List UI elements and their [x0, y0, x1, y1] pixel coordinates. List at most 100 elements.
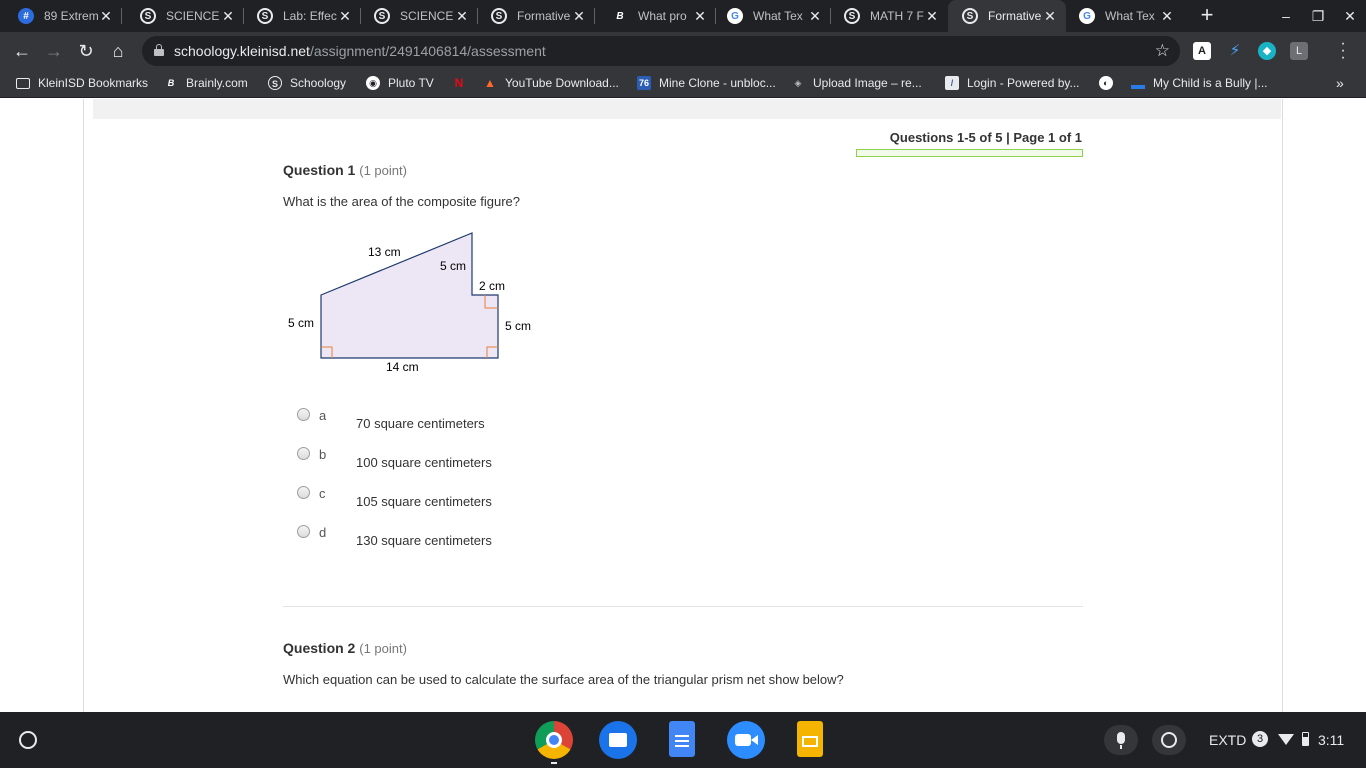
back-button[interactable]: ← [10, 39, 34, 63]
label-inner-vertical: 5 cm [440, 259, 466, 273]
schoology-icon: S [962, 8, 978, 24]
choice-text[interactable]: 130 square centimeters [356, 533, 492, 548]
bookmark-label: Mine Clone - unbloc... [659, 76, 776, 90]
bookmark-label: YouTube Download... [505, 76, 619, 90]
tab-title: SCIENCE [400, 9, 454, 23]
close-icon[interactable]: ✕ [807, 8, 823, 24]
wifi-icon[interactable] [1278, 734, 1294, 745]
chevron-right-icon[interactable]: » [1336, 75, 1344, 91]
bookmark-item[interactable]: ◉ Pluto TV [366, 76, 434, 90]
close-icon[interactable]: ✕ [220, 8, 236, 24]
close-icon[interactable]: ✕ [1042, 8, 1058, 24]
radio-b[interactable] [297, 447, 310, 460]
schoology-icon: S [257, 8, 273, 24]
url-host: schoology.kleinisd.net [174, 43, 310, 59]
brainly-icon: B [616, 10, 624, 22]
google-icon: G [727, 8, 743, 24]
tab-1[interactable]: # 89 Extrem ✕ [4, 0, 122, 32]
extension-a-icon[interactable]: A [1193, 42, 1211, 60]
lock-icon[interactable] [154, 44, 164, 56]
tab-9-active[interactable]: S Formative ✕ [948, 0, 1066, 32]
progress-bar [856, 149, 1083, 157]
page-icon: / [945, 76, 959, 90]
tab-title: Formative [517, 9, 571, 23]
input-mode-label[interactable]: EXTD [1209, 732, 1246, 748]
hash-icon: # [18, 8, 34, 24]
triangle-icon: ▲ [484, 76, 496, 90]
minimize-button[interactable]: – [1276, 6, 1296, 26]
profile-avatar[interactable]: L [1290, 42, 1308, 60]
bookmark-label: Upload Image – re... [813, 76, 922, 90]
tab-6[interactable]: B What pro ✕ [598, 0, 716, 32]
extension-shield-icon[interactable]: ◆ [1258, 42, 1276, 60]
url-path: /assignment/2491406814/assessment [309, 43, 546, 59]
bookmark-label: My Child is a Bully |... [1153, 76, 1268, 90]
tab-title: What Tex [753, 9, 803, 23]
bookmark-folder[interactable]: KleinISD Bookmarks [16, 76, 148, 90]
bookmark-star-icon[interactable]: ☆ [1155, 41, 1170, 61]
tab-8[interactable]: S MATH 7 F ✕ [830, 0, 948, 32]
choice-text[interactable]: 105 square centimeters [356, 494, 492, 509]
close-icon[interactable]: ✕ [454, 8, 470, 24]
schoology-icon: S [140, 8, 156, 24]
microphone-button[interactable] [1104, 725, 1138, 755]
globe-icon: ◐ [1099, 76, 1113, 90]
composite-figure: 13 cm 5 cm 2 cm 5 cm 5 cm 14 cm [283, 225, 543, 377]
choice-letter: c [319, 486, 326, 501]
clock-time[interactable]: 3:11 [1318, 732, 1344, 748]
extension-bolt-icon[interactable]: ⚡ [1226, 42, 1244, 60]
tab-10[interactable]: G What Tex ✕ [1065, 0, 1183, 32]
tab-4[interactable]: S SCIENCE ✕ [360, 0, 478, 32]
tab-3[interactable]: S Lab: Effec ✕ [243, 0, 361, 32]
76-icon: 76 [637, 76, 651, 90]
tab-7[interactable]: G What Tex ✕ [713, 0, 831, 32]
page-header-strip [93, 99, 1281, 119]
close-icon[interactable]: ✕ [1159, 8, 1175, 24]
bookmark-item[interactable]: / Login - Powered by... [945, 76, 1080, 90]
tab-title: Lab: Effec [283, 9, 337, 23]
tab-2[interactable]: S SCIENCE ✕ [126, 0, 244, 32]
battery-icon[interactable] [1302, 732, 1309, 746]
bookmark-item[interactable]: 76 Mine Clone - unbloc... [637, 76, 776, 90]
bookmark-item[interactable]: B Brainly.com [164, 76, 248, 90]
bookmark-item[interactable]: N [452, 76, 474, 90]
bookmark-item[interactable]: ◈ Upload Image – re... [791, 76, 922, 90]
accessibility-button[interactable] [1152, 725, 1186, 755]
google-icon: G [1079, 8, 1095, 24]
choice-text[interactable]: 100 square centimeters [356, 455, 492, 470]
zoom-icon[interactable] [727, 721, 765, 759]
slides-icon[interactable] [791, 721, 829, 759]
bar-icon [1131, 85, 1145, 89]
radio-d[interactable] [297, 525, 310, 538]
choice-text[interactable]: 70 square centimeters [356, 416, 485, 431]
close-icon[interactable]: ✕ [98, 8, 114, 24]
bookmark-item[interactable]: My Child is a Bully |... [1131, 76, 1267, 90]
reload-button[interactable]: ↻ [74, 39, 98, 63]
question-1-text: What is the area of the composite figure… [283, 194, 521, 209]
notification-badge[interactable]: 3 [1252, 731, 1268, 747]
close-window-button[interactable]: ✕ [1340, 6, 1360, 26]
bookmark-item[interactable]: S Schoology [268, 76, 346, 90]
files-icon[interactable] [599, 721, 637, 759]
launcher-icon[interactable] [19, 731, 37, 749]
close-icon[interactable]: ✕ [337, 8, 353, 24]
close-icon[interactable]: ✕ [571, 8, 587, 24]
url-text[interactable]: schoology.kleinisd.net/assignment/249140… [174, 43, 546, 59]
tab-5[interactable]: S Formative ✕ [477, 0, 595, 32]
address-bar[interactable]: schoology.kleinisd.net/assignment/249140… [142, 36, 1180, 66]
forward-button[interactable]: → [42, 39, 66, 63]
new-tab-button[interactable]: + [1196, 4, 1218, 27]
chrome-icon[interactable] [535, 721, 573, 759]
radio-a[interactable] [297, 408, 310, 421]
bookmark-item[interactable]: ▲ YouTube Download... [483, 76, 619, 90]
close-icon[interactable]: ✕ [924, 8, 940, 24]
browser-menu-icon[interactable]: · · · [1336, 36, 1350, 66]
close-icon[interactable]: ✕ [692, 8, 708, 24]
docs-icon[interactable] [663, 721, 701, 759]
maximize-button[interactable]: ❐ [1308, 6, 1328, 26]
bookmark-item[interactable]: ◐ [1099, 76, 1121, 90]
radio-c[interactable] [297, 486, 310, 499]
folder-icon [16, 77, 30, 89]
home-button[interactable]: ⌂ [106, 39, 130, 63]
label-top-slant: 13 cm [368, 245, 401, 259]
